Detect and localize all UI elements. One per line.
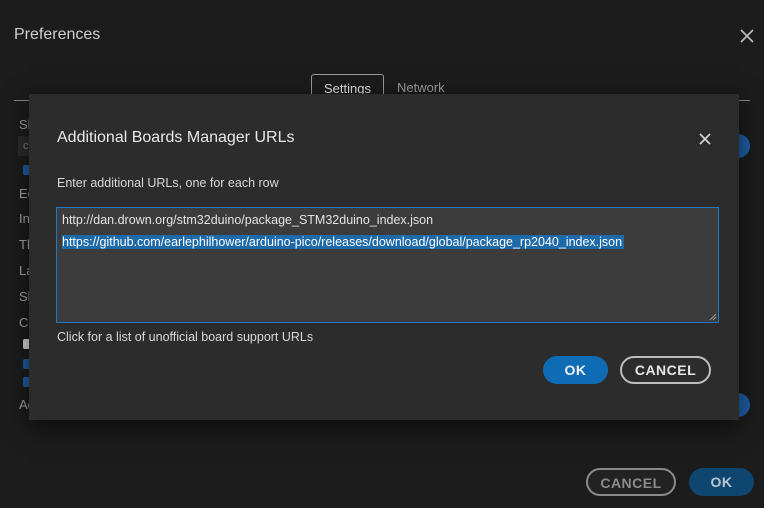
background-label: C xyxy=(19,315,29,330)
dialog-title: Additional Boards Manager URLs xyxy=(57,129,295,146)
ok-button[interactable]: OK xyxy=(543,356,608,384)
preferences-cancel-button[interactable]: CANCEL xyxy=(586,468,676,496)
url-line-selected: https://github.com/earlephilhower/arduin… xyxy=(62,235,625,249)
urls-textarea[interactable]: http://dan.drown.org/stm32duino/package_… xyxy=(56,207,719,323)
close-icon[interactable] xyxy=(697,131,713,147)
close-icon[interactable] xyxy=(738,27,756,45)
preferences-ok-button[interactable]: OK xyxy=(689,468,754,496)
unofficial-urls-link[interactable]: Click for a list of unofficial board sup… xyxy=(57,330,313,344)
resize-grip-icon[interactable] xyxy=(709,313,717,321)
boards-manager-urls-dialog: Additional Boards Manager URLs Enter add… xyxy=(29,94,739,420)
preferences-title: Preferences xyxy=(14,26,101,43)
url-line: http://dan.drown.org/stm32duino/package_… xyxy=(62,213,434,227)
dialog-instructions: Enter additional URLs, one for each row xyxy=(57,176,279,190)
cancel-button[interactable]: CANCEL xyxy=(620,356,711,384)
